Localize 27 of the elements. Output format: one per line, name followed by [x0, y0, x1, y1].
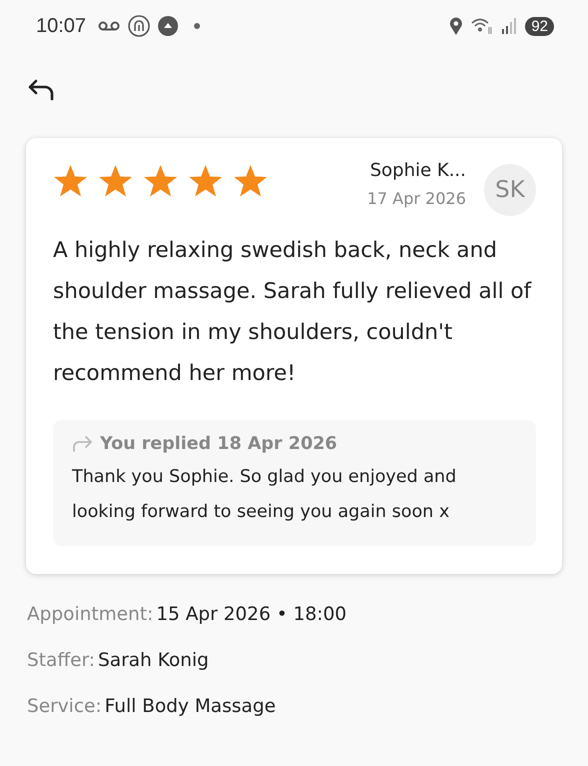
star-icon [143, 164, 178, 198]
battery-level: 92 [525, 16, 554, 36]
location-icon [449, 17, 464, 35]
detail-label: Appointment: [27, 603, 154, 627]
fingerprint-icon [128, 15, 150, 37]
detail-label: Service: [27, 695, 102, 719]
wifi-icon [471, 17, 494, 35]
reply-text: Thank you Sophie. So glad you enjoyed and looking forward to seeing you again soon x [72, 466, 458, 524]
detail-value: 15 Apr 2026 • 18:00 [156, 603, 347, 627]
dot-icon [194, 23, 200, 29]
avatar-initials: SK [484, 164, 536, 216]
detail-value: Full Body Massage [104, 695, 276, 719]
star-icon [188, 164, 223, 198]
detail-value: Sarah Konig [98, 649, 209, 673]
voicemail-icon [98, 20, 120, 32]
star-icon [98, 164, 133, 198]
reply-arrow-icon [72, 435, 94, 453]
reply-heading: You replied 18 Apr 2026 [100, 434, 338, 454]
signal-icon [501, 18, 518, 34]
review-date: 17 Apr 2026 [367, 189, 466, 208]
upload-icon [158, 16, 178, 36]
star-icon [233, 164, 268, 198]
review-text: A highly relaxing swedish back, neck and shoulder massage. Sarah fully relieved all of the tension in my shoulders, couldn't recommend her more! [53, 237, 533, 388]
clock-time: 10:07 [36, 14, 86, 38]
detail-label: Staffer: [27, 649, 95, 673]
star-icon [53, 164, 88, 198]
reviewer-name: Sophie K... [370, 160, 466, 181]
